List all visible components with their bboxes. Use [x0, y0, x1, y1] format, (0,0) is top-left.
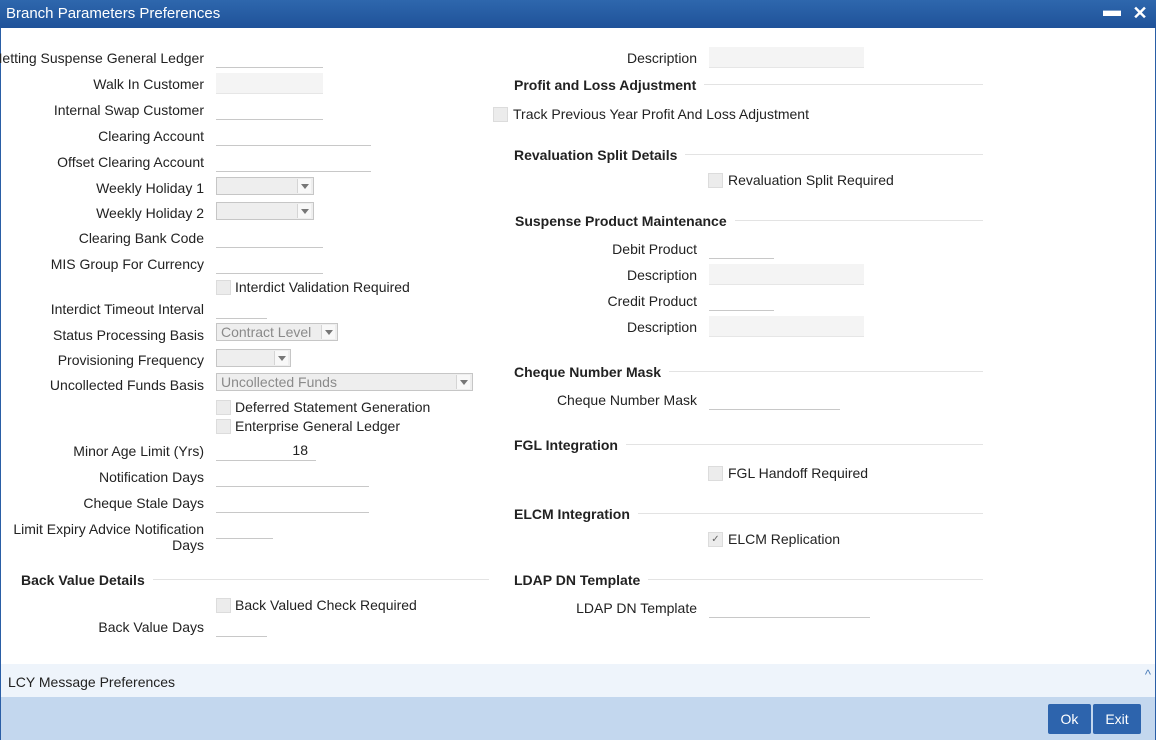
- status-processing-basis-select[interactable]: Contract Level: [216, 323, 338, 341]
- minimize-icon[interactable]: ▬: [1102, 1, 1122, 23]
- pl-section-title: Profit and Loss Adjustment: [514, 77, 705, 93]
- ldap-template-input[interactable]: [709, 597, 870, 618]
- credit-description-label: Description: [626, 319, 697, 335]
- exit-button[interactable]: Exit: [1093, 704, 1141, 734]
- debit-product-input[interactable]: [709, 238, 774, 259]
- uncollected-funds-basis-value: Uncollected Funds: [221, 374, 337, 390]
- cheque-mask-input[interactable]: [709, 389, 840, 410]
- back-valued-check-checkbox[interactable]: [216, 598, 231, 613]
- elcm-section-title: ELCM Integration: [514, 506, 638, 522]
- ok-button[interactable]: Ok: [1048, 704, 1091, 734]
- reval-split-label: Revaluation Split Required: [728, 172, 894, 188]
- limit-expiry-label-line2: Days: [172, 537, 204, 553]
- walk-in-customer-input[interactable]: [216, 73, 323, 94]
- uncollected-funds-basis-label: Uncollected Funds Basis: [49, 377, 204, 393]
- enterprise-gl-label: Enterprise General Ledger: [235, 418, 400, 434]
- notification-days-input[interactable]: [216, 466, 369, 487]
- chevron-down-icon: [297, 204, 311, 218]
- provisioning-frequency-select[interactable]: [216, 349, 291, 367]
- walk-in-customer-label: Walk In Customer: [93, 76, 204, 92]
- weekly-holiday-2-label: Weekly Holiday 2: [96, 205, 204, 221]
- ldap-template-label: LDAP DN Template: [576, 600, 697, 616]
- netting-suspense-gl-input[interactable]: [216, 47, 323, 68]
- interdict-validation-checkbox[interactable]: [216, 280, 231, 295]
- cheque-stale-days-input[interactable]: [216, 492, 369, 513]
- clearing-account-input[interactable]: [216, 125, 371, 146]
- frame-border-left: [0, 28, 1, 740]
- uncollected-funds-basis-select[interactable]: Uncollected Funds: [216, 373, 473, 391]
- clearing-account-label: Clearing Account: [98, 128, 204, 144]
- back-value-days-input[interactable]: [216, 616, 267, 637]
- cheque-section-title: Cheque Number Mask: [514, 364, 670, 380]
- elcm-replication-checkbox[interactable]: ✓: [708, 532, 723, 547]
- chevron-up-icon[interactable]: ^: [1145, 667, 1151, 682]
- chevron-down-icon: [274, 351, 288, 365]
- minor-age-limit-value: 18: [292, 442, 308, 458]
- internal-swap-customer-label: Internal Swap Customer: [53, 102, 204, 118]
- window-title: Branch Parameters Preferences: [6, 5, 221, 22]
- elcm-replication-label: ELCM Replication: [728, 531, 841, 547]
- netting-suspense-gl-label: Netting Suspense General Ledger: [0, 50, 204, 66]
- limit-expiry-input[interactable]: [216, 518, 273, 539]
- debit-description-input[interactable]: [709, 264, 864, 285]
- description-input[interactable]: [709, 47, 864, 68]
- internal-swap-customer-input[interactable]: [216, 99, 323, 120]
- footer-bar: [1, 697, 1155, 740]
- close-icon[interactable]: ✕: [1130, 3, 1150, 23]
- minor-age-limit-label: Minor Age Limit (Yrs): [73, 443, 204, 459]
- clearing-bank-code-input[interactable]: [216, 227, 323, 248]
- description-label: Description: [626, 50, 697, 66]
- fgl-handoff-checkbox[interactable]: [708, 466, 723, 481]
- credit-product-label: Credit Product: [607, 293, 697, 309]
- fgl-handoff-label: FGL Handoff Required: [728, 465, 869, 481]
- cheque-stale-days-label: Cheque Stale Days: [83, 495, 204, 511]
- weekly-holiday-1-label: Weekly Holiday 1: [96, 180, 204, 196]
- deferred-statement-label: Deferred Statement Generation: [235, 399, 431, 415]
- offset-clearing-account-label: Offset Clearing Account: [57, 154, 204, 170]
- chevron-down-icon: [297, 179, 311, 193]
- limit-expiry-label-line1: Limit Expiry Advice Notification: [13, 521, 204, 537]
- lcy-message-preferences-label: LCY Message Preferences: [8, 674, 176, 690]
- provisioning-frequency-label: Provisioning Frequency: [57, 352, 204, 368]
- suspense-section-title: Suspense Product Maintenance: [515, 213, 735, 229]
- weekly-holiday-2-select[interactable]: [216, 202, 314, 220]
- reval-section-title: Revaluation Split Details: [514, 147, 686, 163]
- enterprise-gl-checkbox[interactable]: [216, 419, 231, 434]
- back-value-section-title: Back Value Details: [21, 572, 153, 588]
- debit-description-label: Description: [626, 267, 697, 283]
- interdict-timeout-label: Interdict Timeout Interval: [50, 301, 204, 317]
- status-processing-basis-value: Contract Level: [221, 324, 312, 340]
- chevron-down-icon: [321, 325, 335, 339]
- pl-track-label: Track Previous Year Profit And Loss Adju…: [513, 106, 809, 122]
- ldap-section-title: LDAP DN Template: [514, 572, 649, 588]
- debit-product-label: Debit Product: [612, 241, 697, 257]
- fgl-section-title: FGL Integration: [514, 437, 626, 453]
- status-processing-basis-label: Status Processing Basis: [53, 327, 204, 343]
- minor-age-limit-input[interactable]: 18: [216, 440, 316, 461]
- title-bar: Branch Parameters Preferences ▬ ✕: [0, 0, 1156, 28]
- credit-product-input[interactable]: [709, 290, 774, 311]
- pl-track-checkbox[interactable]: [493, 107, 508, 122]
- clearing-bank-code-label: Clearing Bank Code: [78, 230, 204, 246]
- interdict-timeout-input[interactable]: [216, 298, 267, 319]
- offset-clearing-account-input[interactable]: [216, 151, 371, 172]
- weekly-holiday-1-select[interactable]: [216, 177, 314, 195]
- mis-group-currency-input[interactable]: [216, 253, 323, 274]
- reval-split-checkbox[interactable]: [708, 173, 723, 188]
- back-valued-check-label: Back Valued Check Required: [235, 597, 417, 613]
- deferred-statement-checkbox[interactable]: [216, 400, 231, 415]
- mis-group-currency-label: MIS Group For Currency: [50, 256, 204, 272]
- check-icon: ✓: [711, 534, 720, 545]
- cheque-mask-label: Cheque Number Mask: [556, 392, 697, 408]
- credit-description-input[interactable]: [709, 316, 864, 337]
- lcy-message-preferences-bar[interactable]: LCY Message Preferences ^: [1, 664, 1155, 697]
- chevron-down-icon: [456, 375, 470, 389]
- interdict-validation-label: Interdict Validation Required: [235, 279, 410, 295]
- notification-days-label: Notification Days: [98, 469, 204, 485]
- back-value-days-label: Back Value Days: [98, 619, 204, 635]
